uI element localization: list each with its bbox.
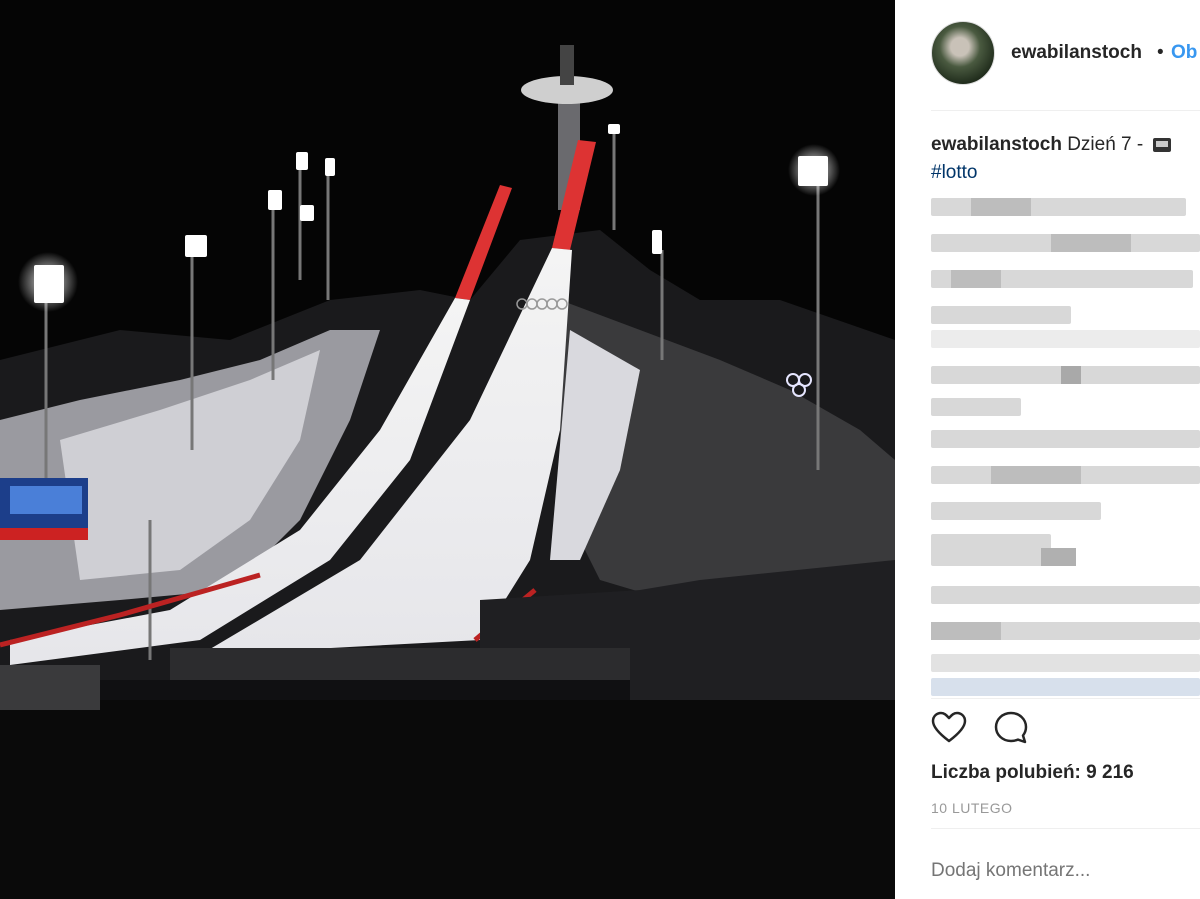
post-photo [0,0,895,899]
follow-button[interactable]: Ob [1171,42,1197,64]
blurred-line [931,198,1186,216]
ski-jump-night-photo [0,0,895,899]
blurred-line [931,654,1200,672]
blurred-line [931,586,1200,604]
caption: ewabilanstoch Dzień 7 - [931,134,1171,156]
post-header: ewabilanstoch • Ob [895,0,1200,110]
header-separator: • [1157,42,1164,63]
blurred-line [931,502,1101,520]
blurred-line [931,466,1200,484]
comment-icon[interactable] [993,710,1029,746]
actions-divider [931,698,1200,699]
tv-icon [1152,137,1171,152]
caption-text: Dzień 7 - [1067,134,1144,155]
blurred-line [931,366,1200,384]
comment-divider [931,828,1200,829]
blurred-line [931,398,1021,416]
blurred-line [931,234,1200,252]
heart-icon[interactable] [931,710,967,746]
header-divider [931,110,1200,111]
blurred-line [931,430,1200,448]
likes-count[interactable]: Liczba polubień: 9 216 [931,762,1134,784]
blurred-line [931,306,1071,324]
blurred-line [931,678,1200,696]
header-username[interactable]: ewabilanstoch [1011,42,1142,64]
add-comment-input[interactable] [931,860,1191,882]
post-sidebar: ewabilanstoch • Ob ewabilanstoch Dzień 7… [895,0,1200,899]
pixelated-comments [931,198,1200,698]
blurred-line [931,270,1193,288]
post-date: 10 LUTEGO [931,800,1013,816]
avatar[interactable] [931,21,995,85]
caption-username[interactable]: ewabilanstoch [931,134,1062,155]
blurred-line [931,548,1076,566]
blurred-line [931,330,1200,348]
caption-hashtag[interactable]: #lotto [931,162,977,184]
blurred-line [931,622,1200,640]
